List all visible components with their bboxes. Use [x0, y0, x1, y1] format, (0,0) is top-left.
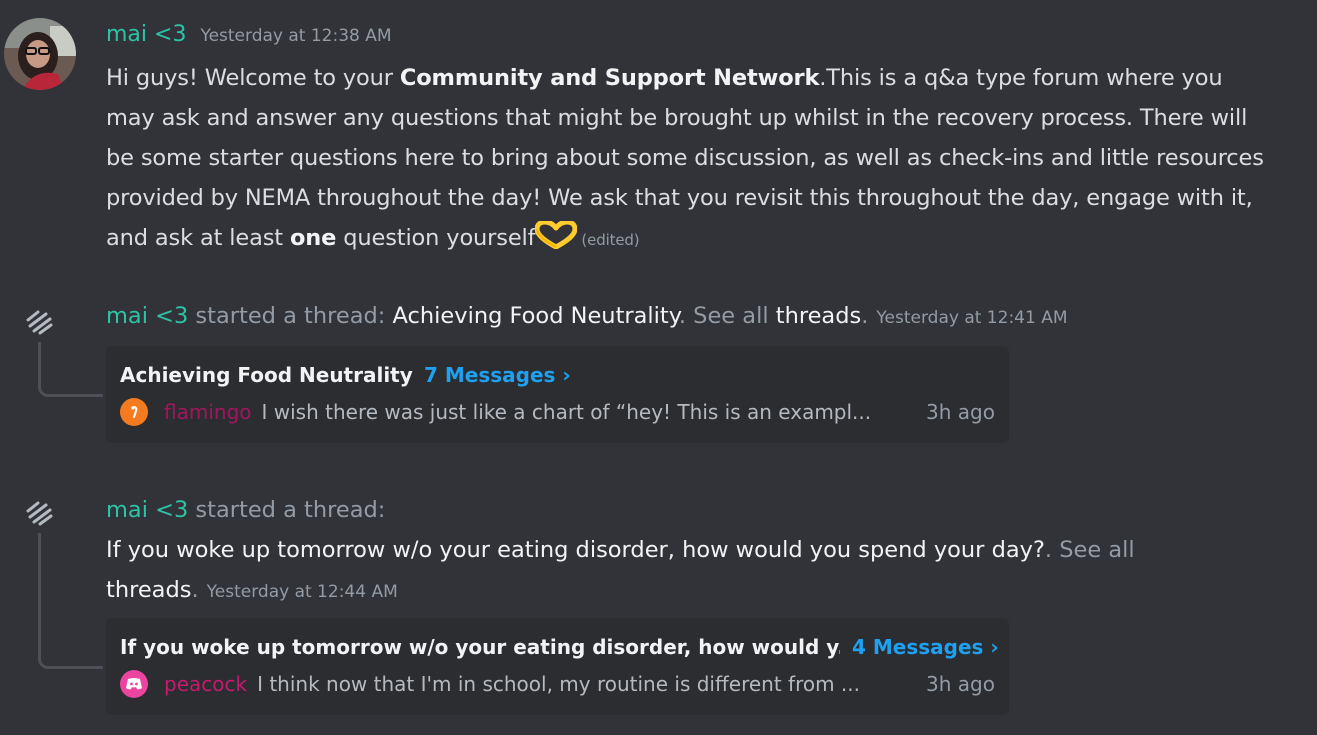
message-bold-text: Community and Support Network — [399, 65, 820, 91]
reply-preview: I wish there was just like a chart of “h… — [261, 400, 872, 424]
system-text: . — [191, 577, 199, 603]
thread-card-title[interactable]: If you woke up tomorrow w/o your eating … — [120, 635, 840, 659]
latest-reply-row: peacock I think now that I'm in school, … — [120, 670, 995, 698]
system-text: started a thread: — [188, 303, 393, 329]
thread-preview-card[interactable]: Achieving Food Neutrality 7 Messages › f… — [106, 346, 1009, 443]
thread-spine — [38, 533, 103, 669]
reply-avatar — [120, 398, 148, 426]
see-all-threads-link[interactable]: threads — [776, 303, 861, 329]
message-header: mai <3 Yesterday at 12:38 AM — [106, 22, 392, 47]
reply-time: 3h ago — [926, 672, 995, 696]
edited-label: (edited) — [581, 231, 640, 249]
message-timestamp: Yesterday at 12:41 AM — [876, 308, 1068, 328]
thread-icon — [24, 306, 54, 336]
reply-time: 3h ago — [926, 400, 995, 424]
latest-reply-row: flamingo I wish there was just like a ch… — [120, 398, 995, 426]
chat-view: mai <3 Yesterday at 12:38 AM Hi guys! We… — [0, 0, 1317, 735]
heart-hands-emoji-icon[interactable] — [534, 219, 578, 250]
reply-username[interactable]: peacock — [164, 672, 247, 696]
author-name[interactable]: mai <3 — [106, 497, 188, 523]
message-text: .This is a q&a type forum where you may … — [106, 65, 1264, 251]
thread-preview-card[interactable]: If you woke up tomorrow w/o your eating … — [106, 618, 1009, 715]
message-content: Hi guys! Welcome to your Community and S… — [106, 58, 1271, 260]
message-timestamp: Yesterday at 12:44 AM — [206, 582, 398, 602]
thread-name-link[interactable]: If you woke up tomorrow w/o your eating … — [106, 537, 1045, 563]
thread-started-message: mai <3 started a thread: If you woke up t… — [106, 490, 1286, 612]
see-all-threads-link[interactable]: threads — [106, 577, 191, 603]
system-text: . — [861, 303, 869, 329]
message-text: question yourself — [336, 225, 536, 251]
message-timestamp: Yesterday at 12:38 AM — [200, 26, 392, 46]
discord-logo-icon — [126, 678, 142, 690]
user-avatar[interactable] — [4, 18, 76, 90]
message-text: Hi guys! Welcome to your — [106, 65, 400, 91]
thread-message-count[interactable]: 7 Messages › — [424, 363, 571, 387]
reply-avatar — [120, 670, 148, 698]
reply-preview: I think now that I'm in school, my routi… — [257, 672, 860, 696]
system-text: started a thread: — [188, 497, 386, 523]
system-text: . See all — [678, 303, 776, 329]
thread-message-count[interactable]: 4 Messages › — [852, 635, 999, 659]
author-name[interactable]: mai <3 — [106, 303, 188, 329]
thread-card-title[interactable]: Achieving Food Neutrality — [120, 363, 413, 387]
thread-icon — [24, 497, 54, 527]
system-text: . See all — [1044, 537, 1135, 563]
thread-name-link[interactable]: Achieving Food Neutrality — [393, 303, 679, 329]
reply-username[interactable]: flamingo — [164, 400, 252, 424]
thread-spine — [38, 342, 103, 397]
flamingo-icon — [131, 406, 138, 418]
author-name[interactable]: mai <3 — [106, 22, 186, 47]
message-bold-text: one — [289, 225, 337, 251]
thread-started-message: mai <3 started a thread: Achieving Food … — [106, 303, 1068, 329]
